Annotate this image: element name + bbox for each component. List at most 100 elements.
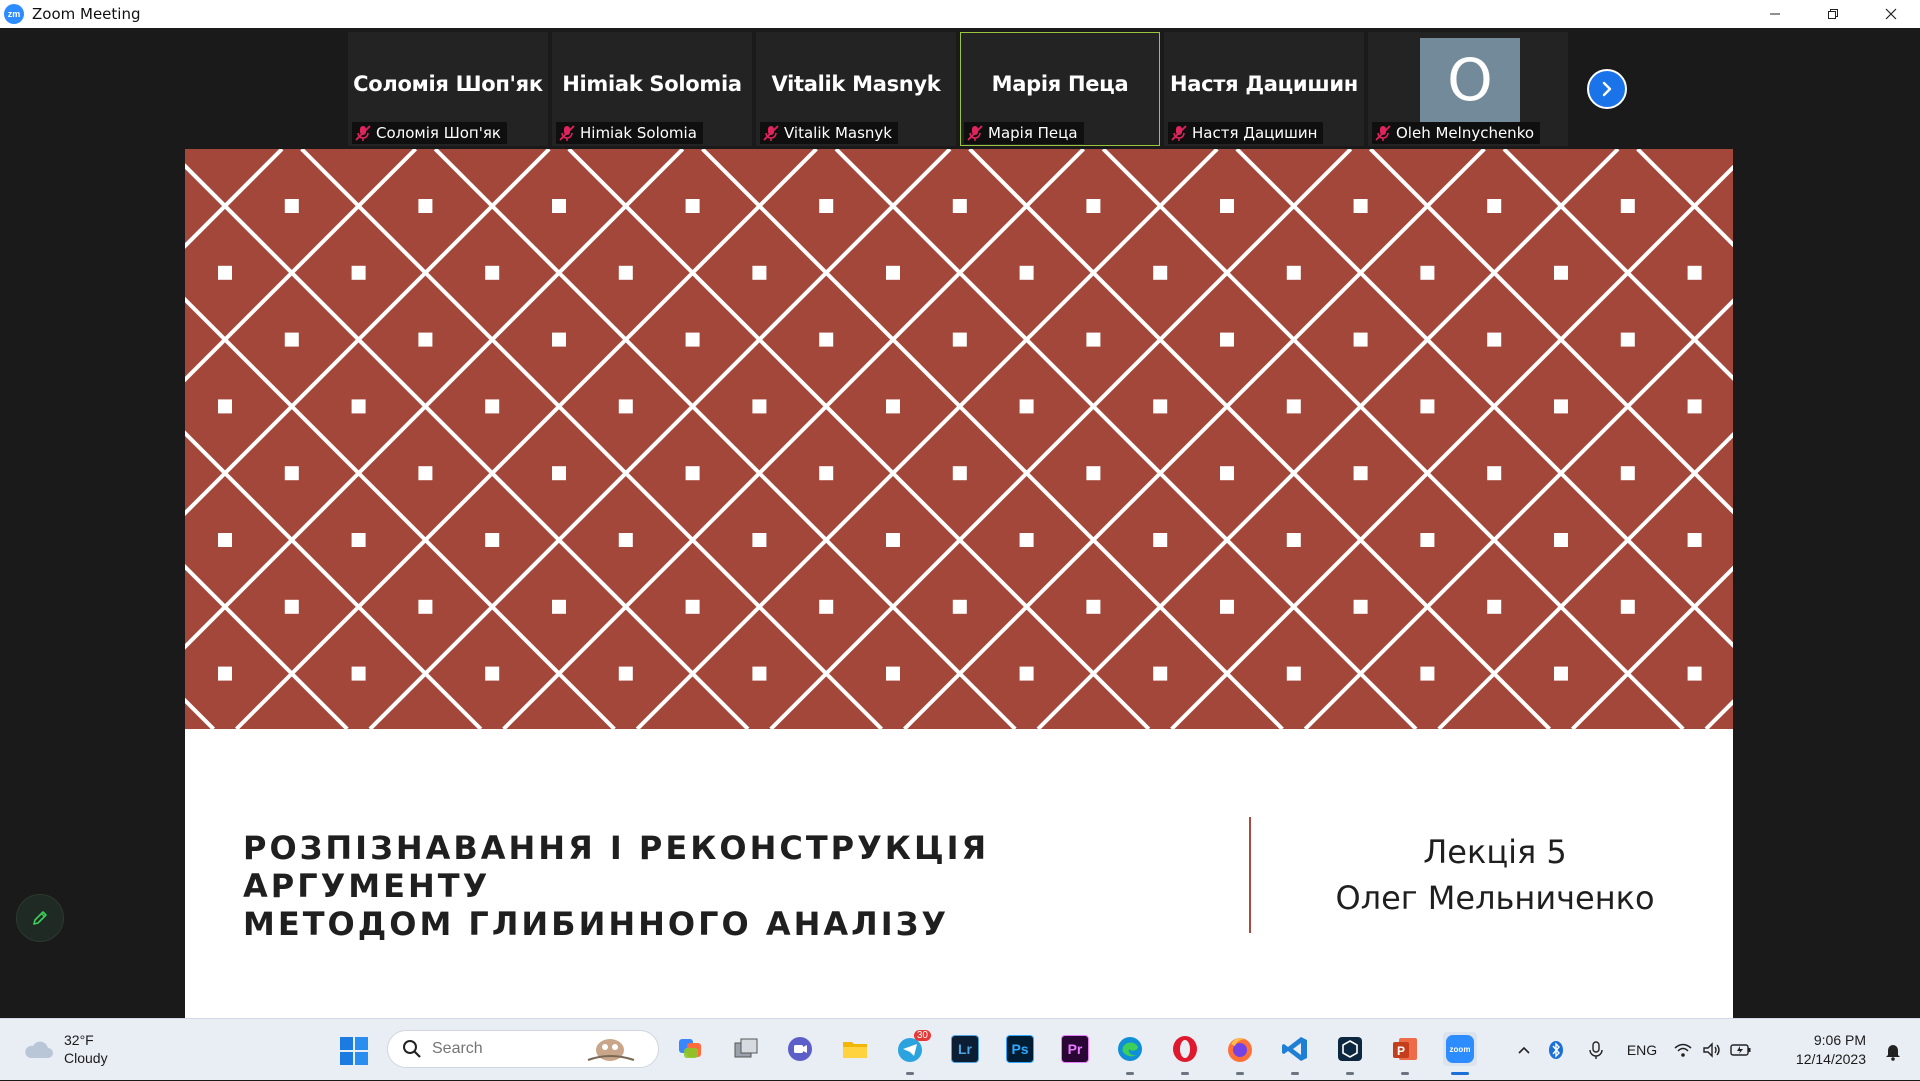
participant-label: Himiak Solomia <box>556 122 703 144</box>
participant-tile[interactable]: Соломія Шоп'як Соломія Шоп'як <box>348 32 548 146</box>
muted-mic-icon <box>763 125 779 141</box>
participant-label: Vitalik Masnyk <box>760 122 898 144</box>
participant-display-name: Настя Дацишин <box>1170 72 1358 96</box>
search-icon <box>403 1040 421 1058</box>
shared-screen-slide: РОЗПІЗНАВАННЯ І РЕКОНСТРУКЦІЯ АРГУМЕНТУ … <box>185 149 1733 1018</box>
slide-title-line: РОЗПІЗНАВАННЯ І РЕКОНСТРУКЦІЯ АРГУМЕНТУ <box>243 829 990 905</box>
slide-lecture-info: Лекція 5 Олег Мельниченко <box>1285 829 1705 921</box>
participant-label-text: Марія Пеца <box>988 124 1078 142</box>
participant-tile[interactable]: Vitalik Masnyk Vitalik Masnyk <box>756 32 956 146</box>
restore-button[interactable] <box>1804 0 1862 28</box>
file-explorer-icon[interactable] <box>838 1032 872 1066</box>
vscode-icon[interactable] <box>1278 1032 1312 1075</box>
participant-tile[interactable]: O Oleh Melnychenko <box>1368 32 1568 146</box>
participant-label-text: Соломія Шоп'як <box>376 124 501 142</box>
minimize-button[interactable] <box>1746 0 1804 28</box>
slide-title-line: МЕТОДОМ ГЛИБИННОГО АНАЛІЗУ <box>243 905 950 943</box>
premiere-icon[interactable]: Pr <box>1058 1032 1092 1066</box>
network-tray-button[interactable] <box>1668 1042 1698 1058</box>
weather-widget[interactable]: 32°F Cloudy <box>22 1031 108 1067</box>
windows-taskbar: 32°F Cloudy 30 Lr Ps Pr <box>0 1018 1920 1080</box>
search-input[interactable] <box>432 1040 582 1058</box>
cloud-icon <box>25 1041 53 1058</box>
participant-tile[interactable]: Настя Дацишин Настя Дацишин <box>1164 32 1364 146</box>
participant-display-name: Vitalik Masnyk <box>771 72 941 96</box>
firefox-icon[interactable] <box>1223 1032 1257 1075</box>
microphone-icon <box>1589 1041 1603 1059</box>
wifi-icon <box>1674 1043 1692 1057</box>
lightroom-icon[interactable]: Lr <box>948 1032 982 1066</box>
cube-app-icon[interactable] <box>1333 1032 1367 1075</box>
teams-icon[interactable] <box>783 1032 817 1066</box>
participant-display-name: Himiak Solomia <box>562 72 742 96</box>
muted-mic-icon <box>355 125 371 141</box>
battery-charging-icon <box>1730 1044 1751 1056</box>
windows-logo-icon <box>340 1037 368 1065</box>
bluetooth-tray-button[interactable] <box>1536 1040 1576 1060</box>
chevron-right-icon <box>1602 81 1612 97</box>
participant-avatar: O <box>1420 38 1520 122</box>
zoom-icon[interactable]: zoom <box>1443 1032 1477 1075</box>
taskbar-clock[interactable]: 9:06 PM 12/14/2023 <box>1796 1031 1866 1069</box>
participant-tile[interactable]: Himiak Solomia Himiak Solomia <box>552 32 752 146</box>
start-button[interactable] <box>338 1035 370 1067</box>
slide-decorative-pattern <box>185 149 1733 729</box>
participant-label: Настя Дацишин <box>1168 122 1324 144</box>
participant-display-name: Соломія Шоп'як <box>353 72 543 96</box>
svg-text:P: P <box>1397 1044 1405 1058</box>
telegram-badge: 30 <box>913 1030 931 1041</box>
powerpoint-icon[interactable]: P <box>1388 1032 1422 1075</box>
opera-icon[interactable] <box>1168 1032 1202 1075</box>
weather-description: Cloudy <box>64 1050 108 1066</box>
volume-icon <box>1703 1042 1720 1058</box>
window-titlebar: zm Zoom Meeting <box>0 0 1920 28</box>
notifications-button[interactable] <box>1884 1041 1902 1066</box>
participant-label: Oleh Melnychenko <box>1372 122 1541 144</box>
clock-date: 12/14/2023 <box>1795 1051 1866 1067</box>
participant-label: Соломія Шоп'як <box>352 122 507 144</box>
minimize-icon <box>1770 13 1780 15</box>
bell-icon <box>1886 1045 1900 1061</box>
close-button[interactable] <box>1862 0 1920 28</box>
task-view-icon[interactable] <box>729 1032 763 1066</box>
window-title: Zoom Meeting <box>32 5 141 23</box>
volume-tray-button[interactable] <box>1698 1042 1726 1058</box>
participant-label-text: Oleh Melnychenko <box>1396 124 1535 142</box>
bluetooth-icon <box>1549 1041 1563 1059</box>
muted-mic-icon <box>967 125 983 141</box>
chevron-up-icon <box>1518 1046 1530 1054</box>
participant-label-text: Vitalik Masnyk <box>784 124 892 142</box>
search-highlight-illustration-icon <box>587 1039 635 1061</box>
participant-display-name: Марія Пеца <box>991 72 1129 96</box>
zoom-logo-icon: zm <box>4 4 24 24</box>
close-icon <box>1885 8 1897 20</box>
edge-icon[interactable] <box>1113 1032 1147 1075</box>
participant-label: Марія Пеца <box>964 122 1084 144</box>
next-participants-button[interactable] <box>1587 69 1627 109</box>
participant-tile-active-speaker[interactable]: Марія Пеца Марія Пеца <box>960 32 1160 146</box>
copilot-icon[interactable] <box>674 1032 708 1066</box>
battery-tray-button[interactable] <box>1726 1043 1756 1057</box>
weather-temperature: 32°F <box>64 1032 94 1048</box>
restore-icon <box>1828 9 1838 19</box>
language-indicator[interactable]: ENG <box>1616 1042 1668 1058</box>
annotate-button[interactable] <box>16 894 64 942</box>
meeting-area: Соломія Шоп'як Соломія Шоп'як Himiak Sol… <box>0 28 1920 1018</box>
muted-mic-icon <box>1171 125 1187 141</box>
slide-lecture-number: Лекція 5 <box>1423 833 1567 871</box>
clock-time: 9:06 PM <box>1813 1032 1866 1048</box>
pencil-icon <box>33 911 47 925</box>
show-hidden-icons-button[interactable] <box>1512 1045 1536 1055</box>
participant-strip: Соломія Шоп'як Соломія Шоп'як Himiak Sol… <box>348 32 1568 146</box>
participant-label-text: Himiak Solomia <box>580 124 697 142</box>
microphone-tray-button[interactable] <box>1576 1040 1616 1060</box>
taskbar-search[interactable] <box>387 1030 659 1068</box>
system-tray: ENG <box>1512 1019 1756 1081</box>
muted-mic-icon <box>559 125 575 141</box>
slide-title: РОЗПІЗНАВАННЯ І РЕКОНСТРУКЦІЯ АРГУМЕНТУ … <box>243 829 1163 943</box>
slide-author: Олег Мельниченко <box>1335 879 1655 917</box>
photoshop-icon[interactable]: Ps <box>1003 1032 1037 1066</box>
window-controls <box>1746 0 1920 28</box>
telegram-icon[interactable]: 30 <box>893 1030 931 1075</box>
slide-divider <box>1249 817 1251 933</box>
